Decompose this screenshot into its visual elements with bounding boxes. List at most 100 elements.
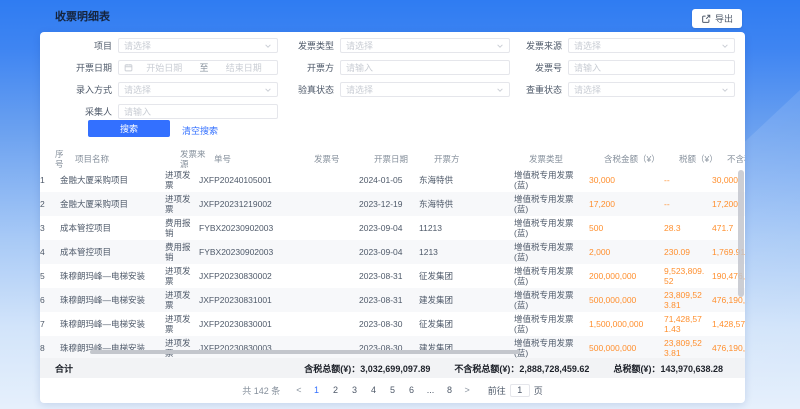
table-row[interactable]: 5 珠穆朗玛峰—电梯安装 进项发票 JXFP20230830002 2023-0… xyxy=(40,264,745,288)
invoice-date-range[interactable]: 开始日期 至 结束日期 xyxy=(118,60,278,75)
table-row[interactable]: 7 珠穆朗玛峰—电梯安装 进项发票 JXFP20230830001 2023-0… xyxy=(40,312,745,336)
cell-tax: -- xyxy=(664,175,712,185)
cell-issuer: 东海特供 xyxy=(419,175,514,185)
entry-method-select[interactable]: 请选择 xyxy=(118,82,278,97)
cell-no: 8 xyxy=(40,343,60,353)
cell-project-name: 成本管控项目 xyxy=(60,223,165,233)
page-list: 123456... 8 xyxy=(310,385,457,395)
column-header: 发票类型 xyxy=(529,154,604,164)
column-header: 发票来源 xyxy=(180,150,214,169)
main-card: 项目 请选择 发票类型 请选择 发票来源 请选择 开票日期 开始日期 至 结束日… xyxy=(40,32,745,403)
cell-invoice-date: 2023-08-30 xyxy=(359,319,419,329)
page-title: 收票明细表 xyxy=(55,8,110,24)
table-row[interactable]: 6 珠穆朗玛峰—电梯安装 进项发票 JXFP20230831001 2023-0… xyxy=(40,288,745,312)
cell-tax: 23,809,523.81 xyxy=(664,290,712,310)
page-number[interactable]: 4 xyxy=(367,385,381,395)
cell-amount-incl-tax: 500,000,000 xyxy=(589,343,664,353)
invoice-source-label: 发票来源 xyxy=(495,39,568,52)
cell-amount-excl-tax: 476,190,476.19 xyxy=(712,343,745,353)
summary-item-value: 143,970,638.28 xyxy=(660,364,723,374)
table-row[interactable]: 8 珠穆朗玛峰—电梯安装 进项发票 JXFP20230830003 2023-0… xyxy=(40,336,745,360)
column-header: 单号 xyxy=(214,154,314,164)
page-number[interactable]: ... xyxy=(424,385,438,395)
cell-invoice-source: 进项发票 xyxy=(165,194,199,214)
cell-invoice-date: 2024-01-05 xyxy=(359,175,419,185)
cell-tax: 9,523,809.52 xyxy=(664,266,712,286)
issuer-input[interactable] xyxy=(346,63,504,73)
verify-status-select[interactable]: 请选择 xyxy=(340,82,510,97)
page-number[interactable]: 2 xyxy=(329,385,343,395)
prev-page-button[interactable]: < xyxy=(293,385,304,395)
invoice-source-select[interactable]: 请选择 xyxy=(568,38,735,53)
cell-invoice-type: 增值税专用发票(蓝) xyxy=(514,194,589,214)
invoice-table: 序号项目名称发票来源单号发票号开票日期开票方发票类型含税金额（¥）税额（¥）不含… xyxy=(40,150,745,360)
pagination: 共 142 条 < 123456...8 > 前往 页 xyxy=(40,381,745,399)
chevron-down-icon xyxy=(721,42,729,50)
invoice-no-label: 发票号 xyxy=(495,61,568,74)
column-header: 项目名称 xyxy=(75,154,180,164)
page-number[interactable]: 5 xyxy=(386,385,400,395)
invoice-type-label: 发票类型 xyxy=(267,39,340,52)
cell-invoice-source: 进项发票 xyxy=(165,338,199,358)
page-number[interactable]: 8 xyxy=(443,385,457,395)
cell-tax: 23,809,523.81 xyxy=(664,338,712,358)
project-select[interactable]: 请选择 xyxy=(118,38,278,53)
cell-no: 7 xyxy=(40,319,60,329)
export-button[interactable]: 导出 xyxy=(692,9,742,28)
calendar-icon xyxy=(124,63,133,72)
cell-order-no: JXFP20230830001 xyxy=(199,319,299,329)
cell-project-name: 珠穆朗玛峰—电梯安装 xyxy=(60,319,165,329)
page-number[interactable]: 3 xyxy=(348,385,362,395)
table-body: 1 金融大厦采购项目 进项发票 JXFP20240105001 2024-01-… xyxy=(40,168,745,360)
cell-amount-incl-tax: 500,000,000 xyxy=(589,295,664,305)
cell-invoice-source: 进项发票 xyxy=(165,266,199,286)
next-page-button[interactable]: > xyxy=(462,385,473,395)
column-header: 序号 xyxy=(55,150,75,169)
invoice-type-select[interactable]: 请选择 xyxy=(340,38,510,53)
invoice-date-label: 开票日期 xyxy=(45,61,118,74)
cell-amount-incl-tax: 200,000,000 xyxy=(589,271,664,281)
table-row[interactable]: 4 成本管控项目 费用报销 FYBX20230902003 2023-09-04… xyxy=(40,240,745,264)
cell-invoice-date: 2023-09-04 xyxy=(359,247,419,257)
search-button[interactable]: 搜索 xyxy=(88,120,170,137)
page-number[interactable]: 1 xyxy=(310,385,324,395)
table-header-row: 序号项目名称发票来源单号发票号开票日期开票方发票类型含税金额（¥）税额（¥）不含… xyxy=(40,150,745,168)
summary-total-label: 合计 xyxy=(55,362,73,375)
cell-invoice-source: 进项发票 xyxy=(165,314,199,334)
summary-item-value: 2,888,728,459.62 xyxy=(519,364,589,374)
column-header: 税额（¥） xyxy=(679,154,727,164)
cell-no: 4 xyxy=(40,247,60,257)
cell-no: 1 xyxy=(40,175,60,185)
goto-page-input[interactable] xyxy=(510,384,530,397)
cell-amount-incl-tax: 30,000 xyxy=(589,175,664,185)
cell-tax: -- xyxy=(664,199,712,209)
cell-invoice-source: 费用报销 xyxy=(165,242,199,262)
collector-input[interactable] xyxy=(124,107,272,117)
issuer-label: 开票方 xyxy=(267,61,340,74)
table-row[interactable]: 1 金融大厦采购项目 进项发票 JXFP20240105001 2024-01-… xyxy=(40,168,745,192)
cell-amount-incl-tax: 1,500,000,000 xyxy=(589,319,664,329)
invoice-no-input[interactable] xyxy=(574,63,729,73)
table-row[interactable]: 3 成本管控项目 费用报销 FYBX20230902003 2023-09-04… xyxy=(40,216,745,240)
verify-status-label: 验真状态 xyxy=(267,83,340,96)
cell-tax: 230.09 xyxy=(664,247,712,257)
cell-amount-incl-tax: 17,200 xyxy=(589,199,664,209)
cell-invoice-type: 增值税专用发票(蓝) xyxy=(514,338,589,358)
cell-tax: 28.3 xyxy=(664,223,712,233)
goto-label: 前往 xyxy=(488,384,506,397)
table-row[interactable]: 2 金融大厦采购项目 进项发票 JXFP20231219002 2023-12-… xyxy=(40,192,745,216)
cell-invoice-date: 2023-08-31 xyxy=(359,295,419,305)
cell-order-no: JXFP20230830002 xyxy=(199,271,299,281)
entry-method-label: 录入方式 xyxy=(45,83,118,96)
clear-search-link[interactable]: 清空搜索 xyxy=(182,124,218,137)
vertical-scrollbar[interactable] xyxy=(738,170,744,297)
dup-status-select[interactable]: 请选择 xyxy=(568,82,735,97)
cell-issuer: 东海特供 xyxy=(419,199,514,209)
column-header: 发票号 xyxy=(314,154,374,164)
column-header: 开票方 xyxy=(434,154,529,164)
horizontal-scrollbar[interactable] xyxy=(90,350,520,354)
summary-items: 含税总额(¥)：3,032,699,097.89 不含税总额(¥)：2,888,… xyxy=(280,362,723,375)
page-number[interactable]: 6 xyxy=(405,385,419,395)
page-unit-label: 页 xyxy=(534,384,543,397)
cell-no: 2 xyxy=(40,199,60,209)
